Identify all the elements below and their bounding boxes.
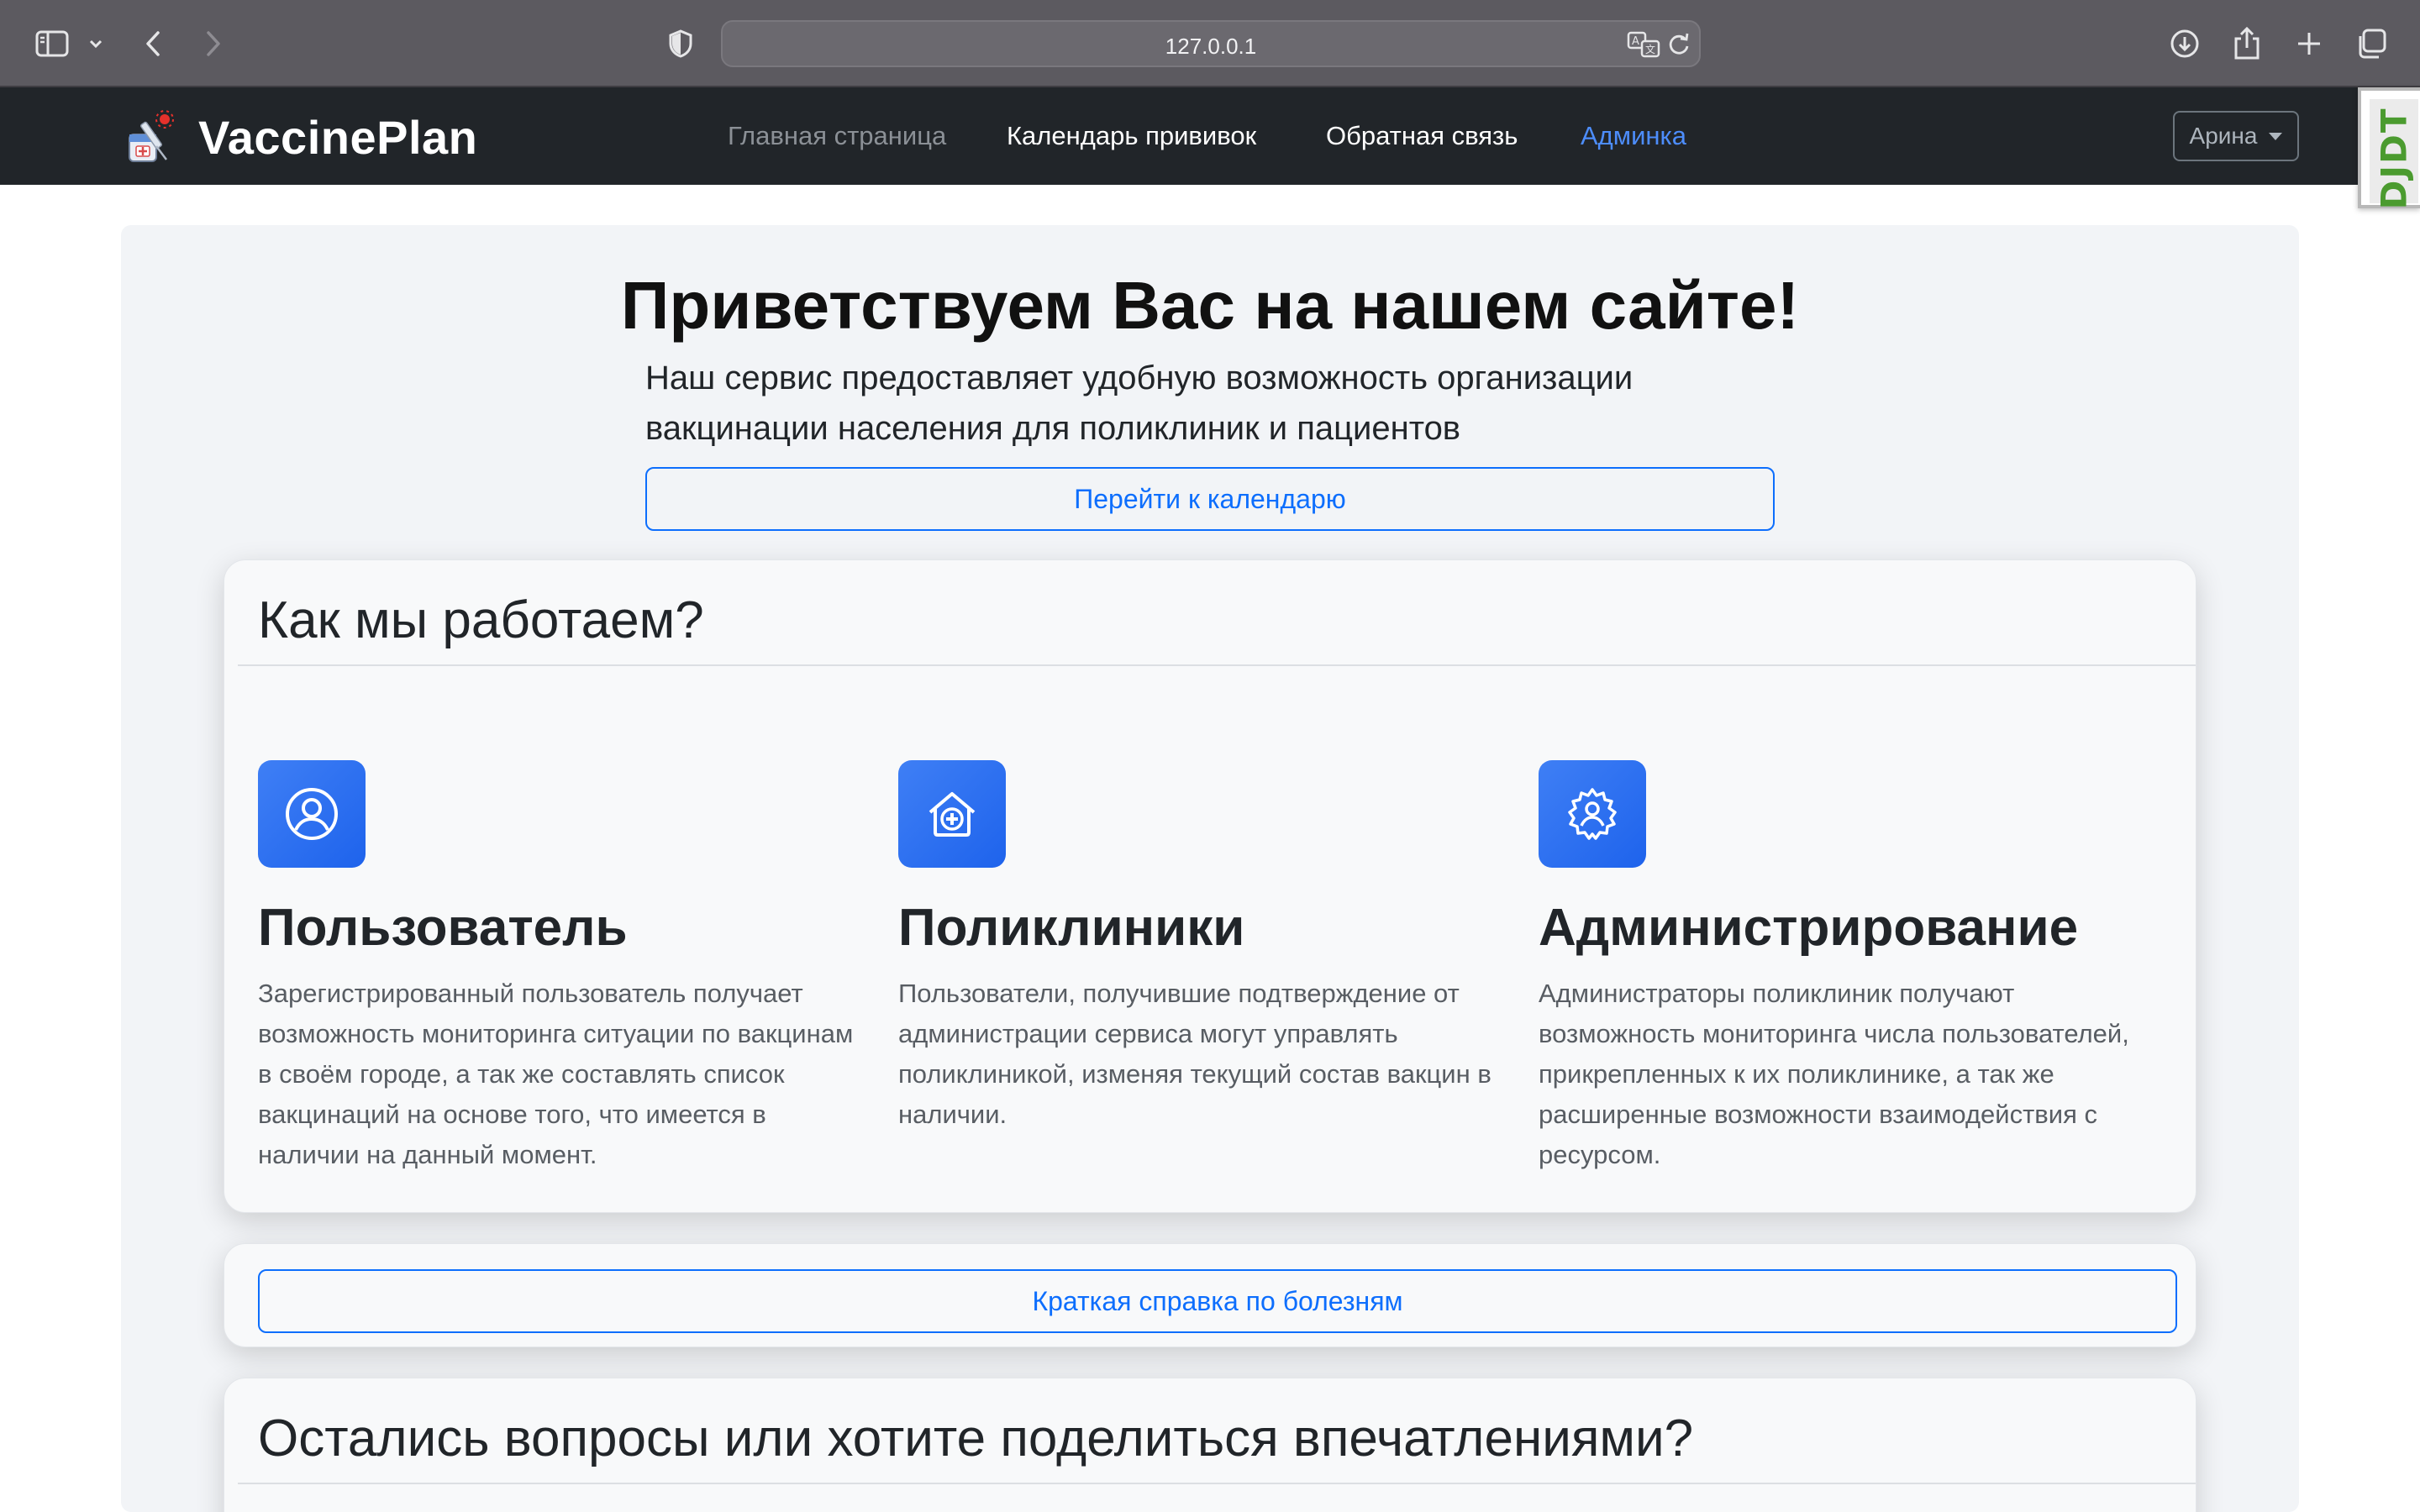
nav-home[interactable]: Главная страница [728,119,946,153]
card-divider [238,1483,2196,1484]
feature-text-admin: Администраторы поликлиник получают возмо… [1539,979,2129,1169]
share-icon[interactable] [2230,18,2264,69]
forward-icon[interactable] [198,18,229,69]
user-circle-icon [258,760,366,868]
brand[interactable]: VaccinePlan [123,109,477,165]
card-divider [238,664,2196,666]
diseases-card: Краткая справка по болезням [224,1243,2196,1347]
hero-title: Приветствуем Вас на нашем сайте! [620,268,1800,343]
address-bar[interactable]: 127.0.0.1 A文 [721,20,1701,67]
feature-title-user: Пользователь [258,899,628,957]
vaccine-logo-icon [123,109,176,165]
svg-text:文: 文 [1645,43,1655,55]
questions-card: Остались вопросы или хотите поделиться в… [224,1378,2196,1512]
gear-user-icon [1539,760,1646,868]
translate-icon[interactable]: A文 [1627,30,1660,63]
go-to-calendar-button[interactable]: Перейти к календарю [645,467,1775,531]
feature-text-clinics: Пользователи, получившие подтверждение о… [898,979,1491,1129]
brand-name: VaccinePlan [198,110,478,164]
browser-toolbar: 127.0.0.1 A文 [0,0,2420,87]
django-debug-toolbar-handle[interactable]: DJDT [2358,87,2420,210]
nav-admin[interactable]: Админка [1581,119,1686,153]
nav-calendar[interactable]: Календарь прививок [1007,119,1256,153]
caret-down-icon [2269,132,2283,140]
chevron-down-icon[interactable] [84,18,108,69]
diseases-info-button[interactable]: Краткая справка по болезням [258,1269,2177,1333]
feature-title-admin: Администрирование [1539,899,2079,957]
svg-text:A: A [1632,35,1639,48]
how-we-work-title: Как мы работаем? [258,591,704,649]
nav-feedback[interactable]: Обратная связь [1326,119,1518,153]
how-we-work-card: Как мы работаем? Пользователь Зарегистри… [224,559,2196,1213]
site-navbar: VaccinePlan Главная страница Календарь п… [0,87,2420,185]
user-name: Арина [2189,123,2258,149]
url-text: 127.0.0.1 [1165,34,1257,59]
new-tab-icon[interactable] [2292,18,2326,69]
hero-lead: Наш сервис предоставляет удобную возможн… [645,360,1634,447]
feature-text-user: Зарегистрированный пользователь получает… [258,979,854,1169]
user-dropdown[interactable]: Арина [2173,111,2299,161]
questions-title: Остались вопросы или хотите поделиться в… [258,1410,1694,1467]
feature-title-clinics: Поликлиники [898,899,1245,957]
download-icon[interactable] [2166,18,2203,69]
shield-icon[interactable] [666,18,696,69]
djdt-label: DJDT [2373,107,2415,210]
back-icon[interactable] [138,18,168,69]
reload-icon[interactable] [1667,32,1691,61]
tabs-overview-icon[interactable] [2353,18,2390,69]
hospital-house-icon [898,760,1006,868]
sidebar-icon[interactable] [30,18,74,69]
